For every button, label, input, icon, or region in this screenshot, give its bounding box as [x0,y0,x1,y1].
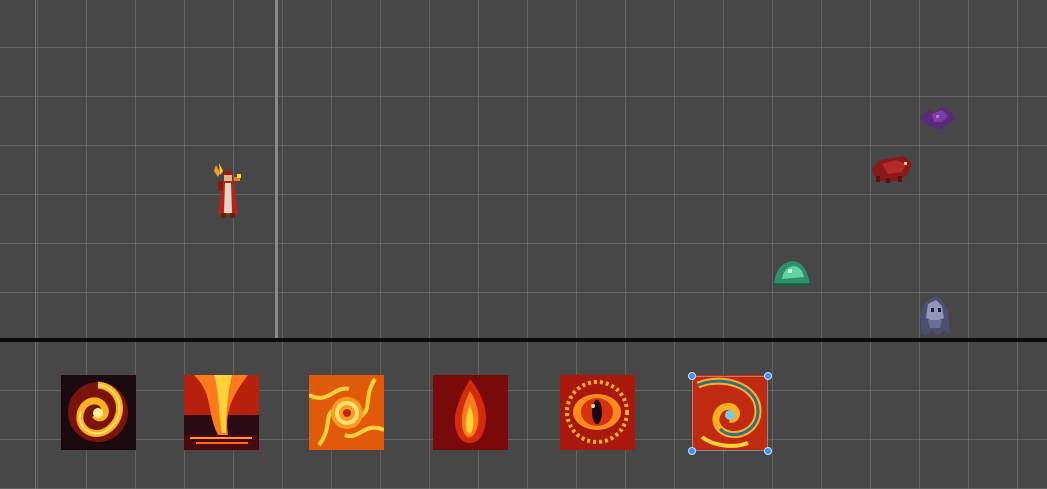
resize-handle-bottom-right[interactable] [764,447,772,455]
ground-line [0,338,1047,342]
fire-spiral-icon [309,375,384,450]
grey-ghost-sprite[interactable] [914,294,954,342]
fire-eye-icon [560,375,635,450]
lava-fall-icon [184,375,259,450]
skill-slot-3[interactable] [309,375,384,450]
vortex-icon [692,375,767,450]
fire-swirl-icon [61,375,136,450]
green-slime-sprite[interactable] [772,257,812,291]
resize-handle-top-left[interactable] [688,372,696,380]
skill-slot-4[interactable] [433,375,508,450]
resize-handle-bottom-left[interactable] [688,447,696,455]
skill-slot-5[interactable] [560,375,635,450]
resize-handle-top-right[interactable] [764,372,772,380]
scene-view[interactable] [0,0,1047,489]
skill-slot-2[interactable] [184,375,259,450]
fire-mage-sprite[interactable] [210,163,246,225]
purple-bat-sprite[interactable] [918,104,958,136]
grid-axis-line [35,0,36,489]
skill-slot-6[interactable] [692,375,767,450]
camera-boundary-line [275,0,278,342]
red-beast-sprite[interactable] [870,154,914,188]
skill-slot-1[interactable] [61,375,136,450]
flame-icon [433,375,508,450]
